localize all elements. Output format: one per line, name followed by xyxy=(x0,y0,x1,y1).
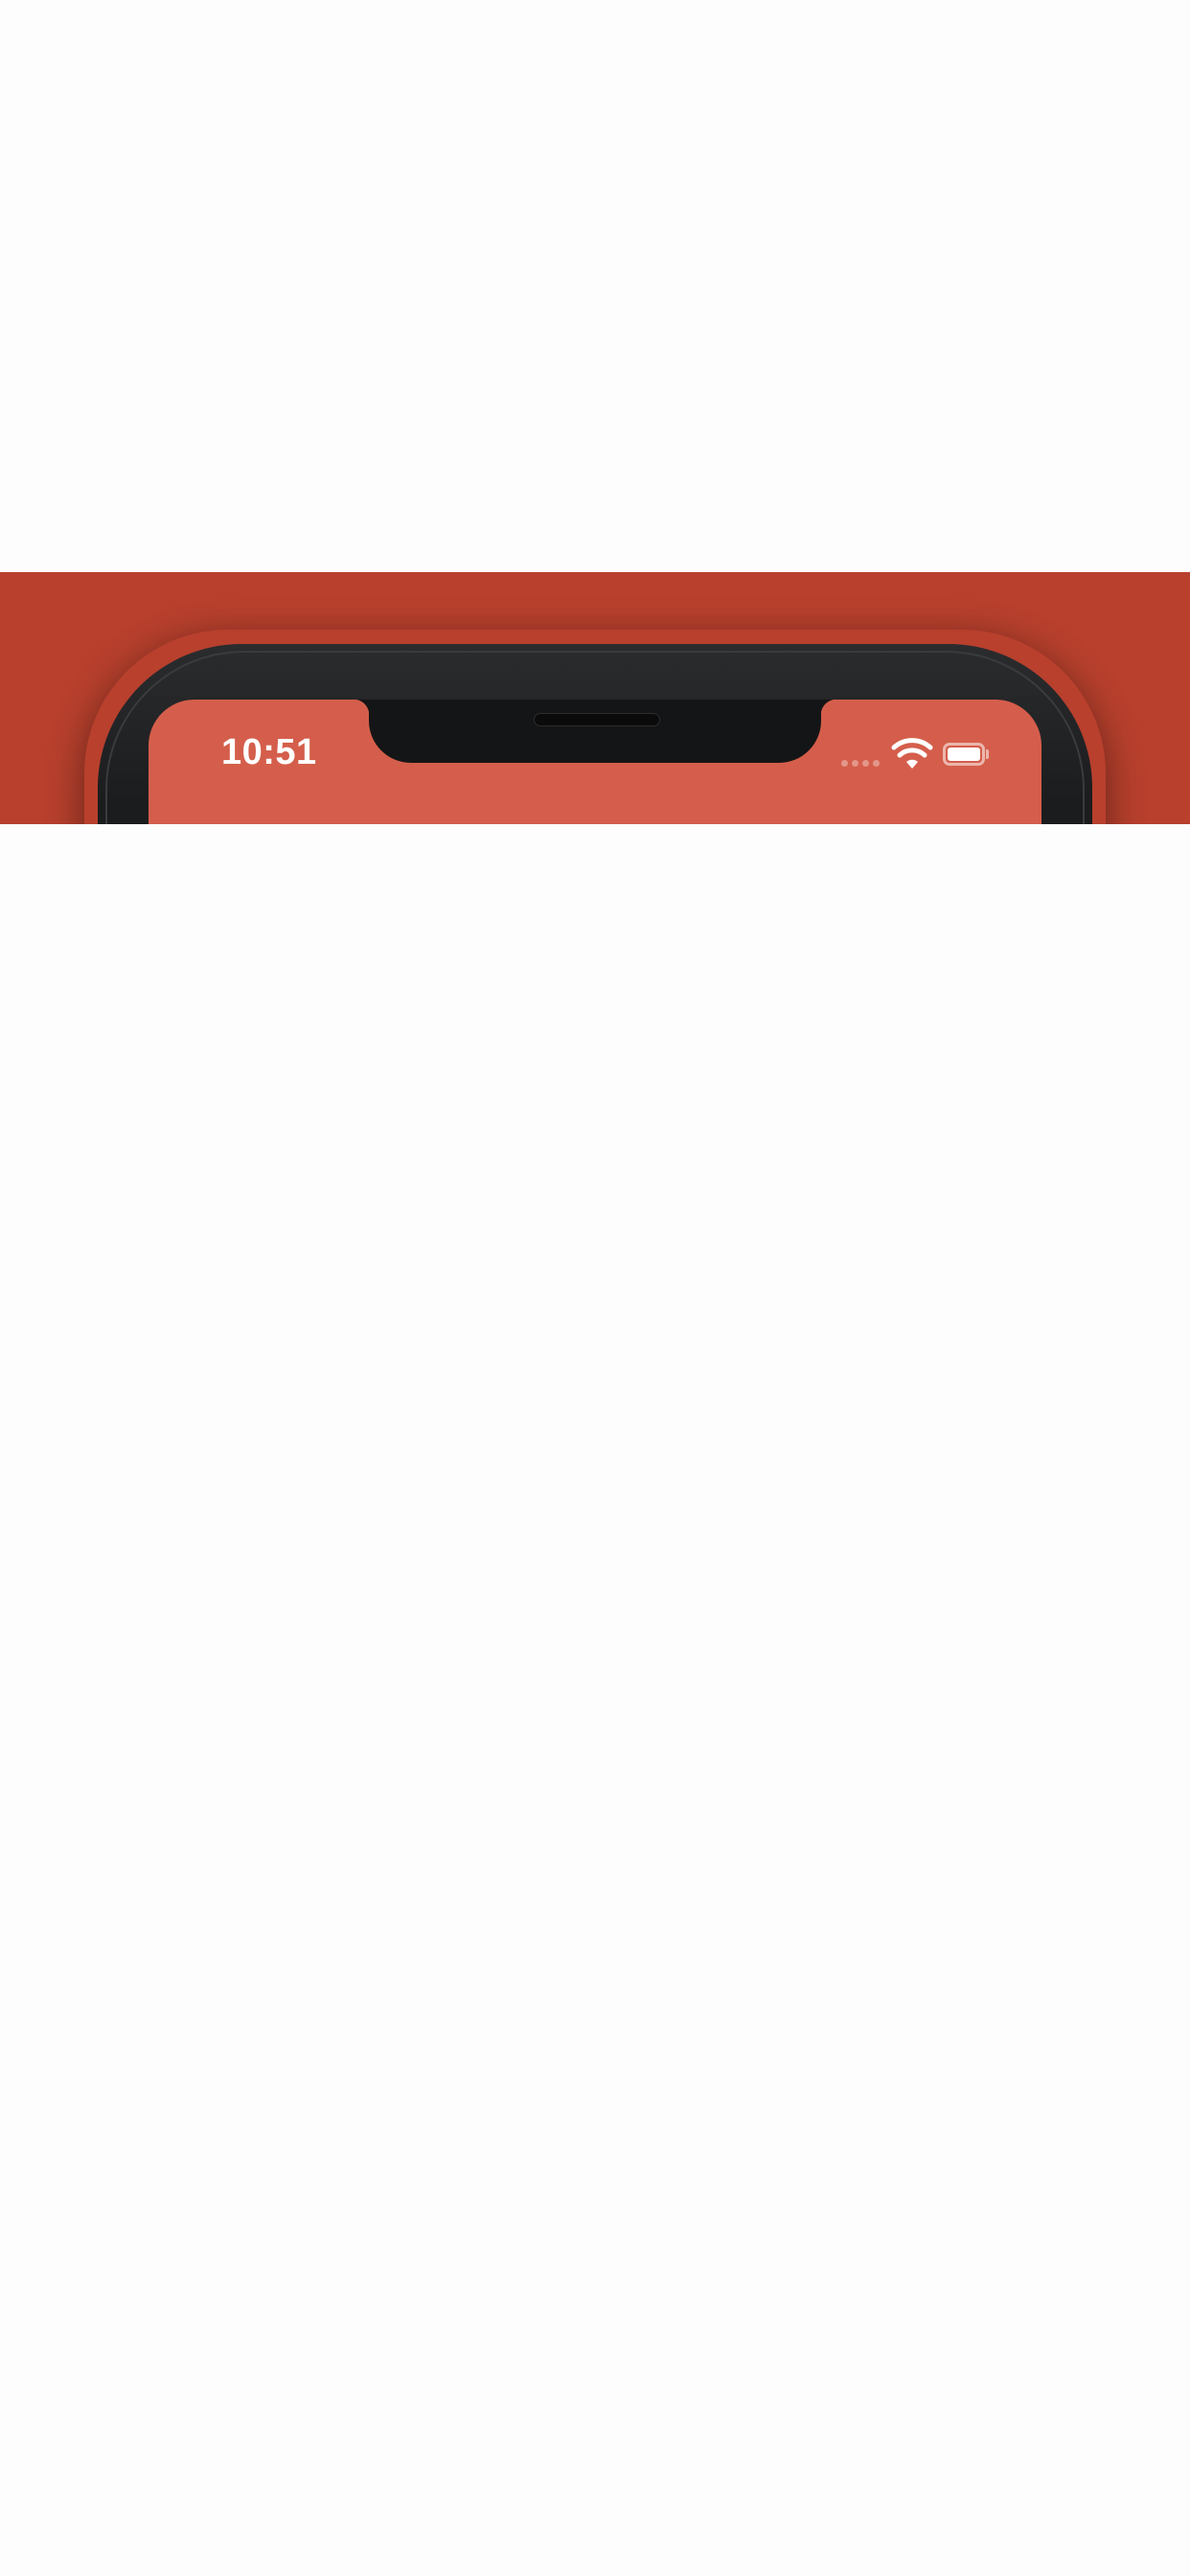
hero-banner: 10:51 xyxy=(0,572,1190,824)
battery-cap xyxy=(986,749,989,759)
phone-notch xyxy=(354,700,836,763)
wifi-icon xyxy=(891,738,933,769)
page: 10:51 xyxy=(0,0,1190,2576)
cellular-signal-icon xyxy=(841,760,880,767)
battery-icon xyxy=(943,743,985,766)
status-bar-time: 10:51 xyxy=(221,732,317,772)
earpiece-speaker xyxy=(534,713,660,726)
battery-fill xyxy=(948,748,980,761)
